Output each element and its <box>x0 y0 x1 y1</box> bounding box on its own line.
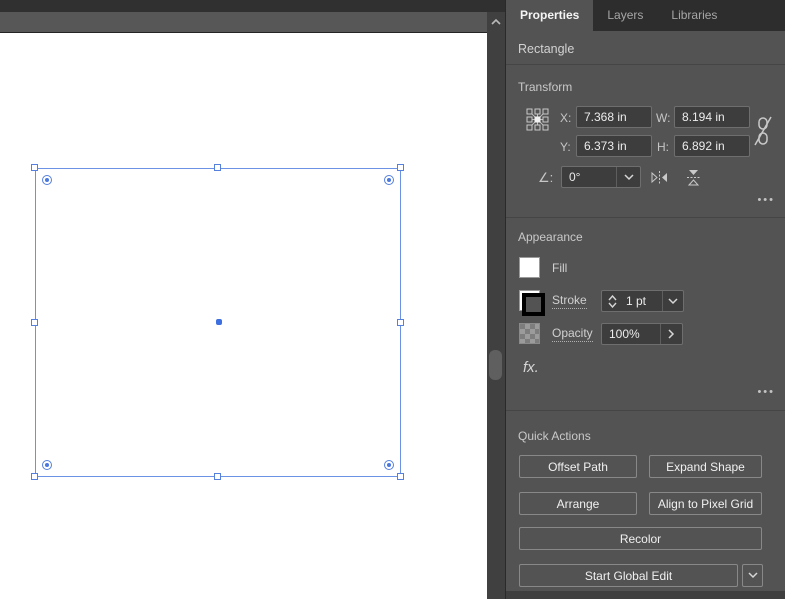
chevron-down-icon[interactable] <box>662 291 683 311</box>
y-field-label: Y: <box>560 140 571 154</box>
panel-bottom-strip <box>506 591 785 599</box>
panel-tab-bar: Properties Layers Libraries <box>506 0 785 31</box>
expand-shape-button[interactable]: Expand Shape <box>649 455 762 478</box>
start-global-edit-button[interactable]: Start Global Edit <box>519 564 738 587</box>
align-to-pixel-grid-button[interactable]: Align to Pixel Grid <box>649 492 762 515</box>
rotate-angle-icon: ∠: <box>538 170 554 185</box>
chevron-right-icon[interactable] <box>660 324 682 344</box>
vertical-scrollbar-thumb[interactable] <box>489 350 502 380</box>
tab-libraries[interactable]: Libraries <box>657 0 731 31</box>
opacity-value[interactable]: 100% <box>602 324 660 344</box>
selection-handle-top-middle[interactable] <box>214 164 221 171</box>
effects-fx-icon[interactable]: fx. <box>523 359 539 376</box>
selection-handle-top-right[interactable] <box>397 164 404 171</box>
rotation-dropdown[interactable]: 0° <box>561 166 641 188</box>
illustrator-window: Properties Layers Libraries Rectangle Tr… <box>0 0 785 599</box>
selection-center-point[interactable] <box>216 319 222 325</box>
appearance-more-options-icon[interactable]: ••• <box>757 386 775 398</box>
corner-radius-widget-top-right[interactable] <box>384 175 394 185</box>
selection-handle-bottom-left[interactable] <box>31 473 38 480</box>
width-field-label: W: <box>656 111 671 125</box>
stroke-weight-control: 1 pt <box>601 290 684 312</box>
selection-handle-bottom-middle[interactable] <box>214 473 221 480</box>
fill-label: Fill <box>552 261 568 275</box>
tab-properties[interactable]: Properties <box>506 0 594 31</box>
selected-object-type-label: Rectangle <box>518 42 575 56</box>
transform-section-title: Transform <box>518 80 573 94</box>
document-header-bar <box>0 12 487 33</box>
opacity-control: 100% <box>601 323 683 345</box>
scroll-up-arrow-icon[interactable] <box>489 16 503 28</box>
corner-radius-widget-bottom-left[interactable] <box>42 460 52 470</box>
tab-layers[interactable]: Layers <box>593 0 657 31</box>
height-input[interactable] <box>674 135 750 157</box>
reference-point-locator-icon[interactable] <box>526 108 549 134</box>
vertical-scrollbar-track[interactable] <box>487 12 505 599</box>
link-width-height-icon[interactable] <box>753 114 773 151</box>
chevron-down-icon[interactable] <box>616 167 640 187</box>
opacity-label[interactable]: Opacity <box>552 326 593 342</box>
quick-actions-section-title: Quick Actions <box>518 429 591 443</box>
selection-handle-middle-left[interactable] <box>31 319 38 326</box>
flip-vertical-icon[interactable] <box>680 166 706 188</box>
fill-color-swatch[interactable] <box>519 257 540 278</box>
corner-radius-widget-bottom-right[interactable] <box>384 460 394 470</box>
properties-panel: Properties Layers Libraries Rectangle Tr… <box>505 0 785 599</box>
height-field-label: H: <box>657 140 669 154</box>
stroke-weight-value[interactable]: 1 pt <box>622 291 662 311</box>
width-input[interactable] <box>674 106 750 128</box>
start-global-edit-dropdown-icon[interactable] <box>742 564 763 587</box>
recolor-button[interactable]: Recolor <box>519 527 762 550</box>
x-input[interactable] <box>576 106 652 128</box>
stroke-color-swatch[interactable] <box>519 290 545 316</box>
x-field-label: X: <box>560 111 572 125</box>
offset-path-button[interactable]: Offset Path <box>519 455 637 478</box>
section-divider <box>506 217 785 218</box>
stroke-label[interactable]: Stroke <box>552 293 587 309</box>
section-divider <box>506 64 785 65</box>
section-divider <box>506 410 785 411</box>
corner-radius-widget-top-left[interactable] <box>42 175 52 185</box>
opacity-swatch-icon[interactable] <box>519 323 540 344</box>
selection-handle-middle-right[interactable] <box>397 319 404 326</box>
rotation-value: 0° <box>569 170 581 184</box>
selection-handle-top-left[interactable] <box>31 164 38 171</box>
flip-horizontal-icon[interactable] <box>646 166 672 188</box>
document-top-bar <box>0 0 505 12</box>
y-input[interactable] <box>576 135 652 157</box>
selection-handle-bottom-right[interactable] <box>397 473 404 480</box>
appearance-section-title: Appearance <box>518 230 583 244</box>
arrange-button[interactable]: Arrange <box>519 492 637 515</box>
transform-more-options-icon[interactable]: ••• <box>757 194 775 206</box>
stroke-weight-stepper[interactable] <box>602 291 622 311</box>
